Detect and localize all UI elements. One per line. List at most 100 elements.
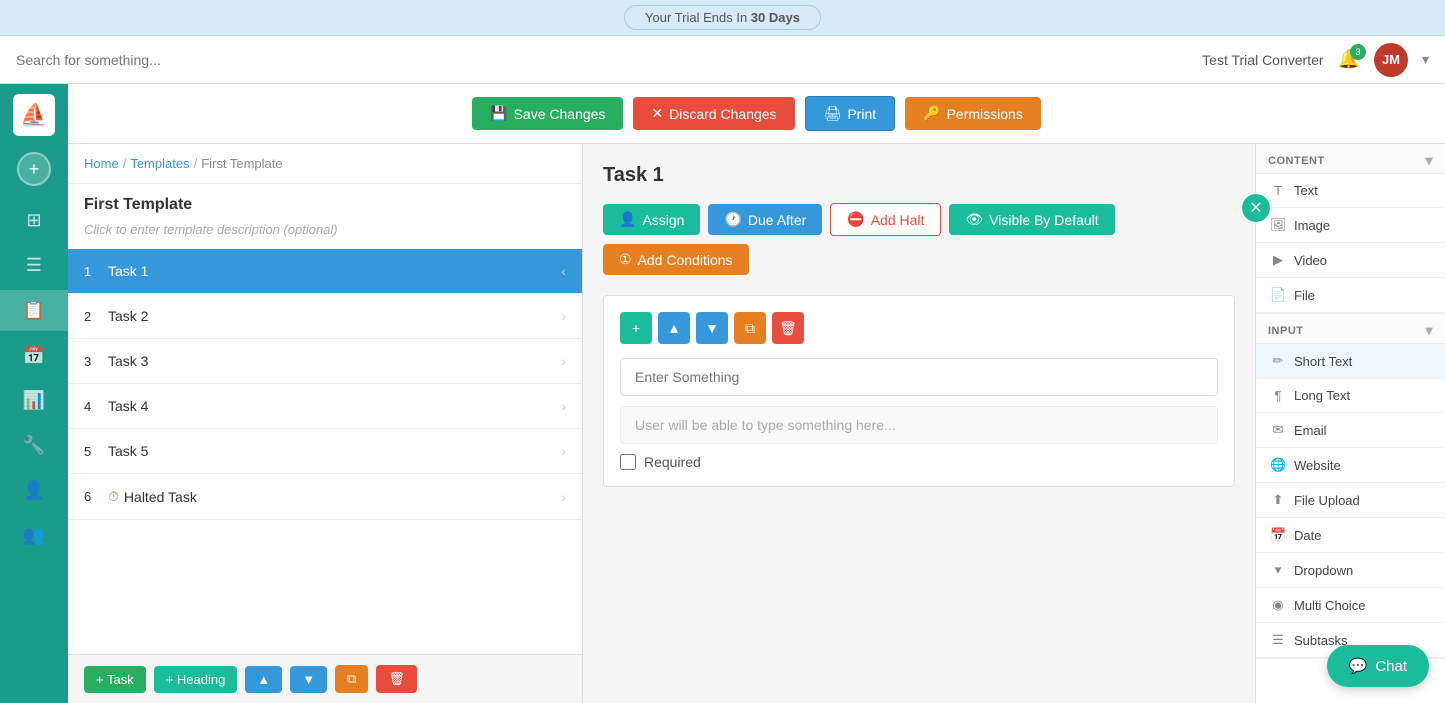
input-item-dropdown[interactable]: ▾ Dropdown: [1256, 553, 1445, 588]
subtasks-icon: ☰: [1270, 632, 1286, 648]
task-actions: 👤 Assign 🕐 Due After ⛔ Add Halt 👁: [603, 203, 1235, 275]
delete-button[interactable]: 🗑: [376, 665, 417, 693]
content-section: CONTENT ▾ T Text 🖼 Image: [1256, 144, 1445, 314]
content-items: T Text 🖼 Image ▶ Video: [1256, 174, 1445, 313]
sidebar-item-profile[interactable]: 👤: [0, 470, 68, 511]
due-after-button[interactable]: 🕐 Due After: [708, 204, 822, 235]
task-num: 2: [84, 309, 108, 324]
assign-button[interactable]: 👤 Assign: [603, 204, 700, 235]
card-copy-button[interactable]: ⧉: [734, 312, 766, 344]
notification-badge: 3: [1350, 44, 1366, 60]
visible-by-default-button[interactable]: 👁 Visible By Default: [949, 204, 1114, 235]
input-item-label: Website: [1294, 458, 1341, 473]
save-changes-button[interactable]: 💾 Save Changes: [472, 97, 623, 130]
task-chevron-icon: ›: [561, 308, 566, 324]
content-item-text[interactable]: T Text: [1256, 174, 1445, 208]
task-item[interactable]: 4 Task 4 ›: [68, 384, 582, 429]
permissions-icon: 🔑: [923, 105, 940, 122]
content-item-video[interactable]: ▶ Video: [1256, 243, 1445, 278]
content-toggle-icon[interactable]: ▾: [1425, 152, 1433, 169]
center-panel: Task 1 👤 Assign 🕐 Due After ⛔ Add Halt: [583, 144, 1255, 703]
input-items: ✏ Short Text ¶ Long Text ✉ Email: [1256, 344, 1445, 658]
add-button[interactable]: +: [17, 152, 51, 186]
input-section: INPUT ▾ ✏ Short Text ¶ Long Text: [1256, 314, 1445, 659]
toolbar: 💾 Save Changes ✕ Discard Changes 🖨 Print…: [68, 84, 1445, 144]
template-description[interactable]: Click to enter template description (opt…: [68, 218, 582, 249]
content-section-header[interactable]: CONTENT ▾: [1256, 144, 1445, 174]
breadcrumb-templates[interactable]: Templates: [130, 156, 189, 171]
move-down-button[interactable]: ▼: [290, 666, 327, 693]
logo: ⛵: [13, 94, 55, 136]
task-num: 1: [84, 264, 108, 279]
trial-banner: Your Trial Ends In 30 Days: [0, 0, 1445, 36]
card-delete-button[interactable]: 🗑: [772, 312, 804, 344]
task-item[interactable]: 6 ⏱ Halted Task ›: [68, 474, 582, 520]
permissions-button[interactable]: 🔑 Permissions: [905, 97, 1041, 130]
chat-icon: 💬: [1349, 657, 1368, 675]
task-title: Task 1: [603, 164, 1235, 187]
task-name: Task 3: [108, 353, 561, 369]
input-toggle-icon[interactable]: ▾: [1425, 322, 1433, 339]
add-halt-button[interactable]: ⛔ Add Halt: [830, 203, 941, 236]
card-move-down-button[interactable]: ▼: [696, 312, 728, 344]
task-item[interactable]: 3 Task 3 ›: [68, 339, 582, 384]
task-name: Task 5: [108, 443, 561, 459]
save-icon: 💾: [490, 105, 507, 122]
card-move-up-button[interactable]: ▲: [658, 312, 690, 344]
copy-button[interactable]: ⧉: [335, 665, 368, 693]
content-item-label: Video: [1294, 253, 1327, 268]
task-item[interactable]: 5 Task 5 ›: [68, 429, 582, 474]
input-item-long-text[interactable]: ¶ Long Text: [1256, 379, 1445, 413]
task-chevron-icon: ›: [561, 398, 566, 414]
sidebar-item-team[interactable]: 👥: [0, 515, 68, 556]
task-num: 4: [84, 399, 108, 414]
avatar[interactable]: JM: [1374, 43, 1408, 77]
input-item-email[interactable]: ✉ Email: [1256, 413, 1445, 448]
sidebar-item-settings[interactable]: 🔧: [0, 425, 68, 466]
close-panel-button[interactable]: ✕: [1242, 194, 1270, 222]
chat-button[interactable]: 💬 Chat: [1327, 645, 1429, 687]
input-item-label: Multi Choice: [1294, 598, 1366, 613]
input-item-file-upload[interactable]: ⬆ File Upload: [1256, 483, 1445, 518]
content-item-label: Text: [1294, 183, 1318, 198]
dropdown-icon: ▾: [1270, 562, 1286, 578]
card-add-button[interactable]: +: [620, 312, 652, 344]
task-chevron-icon: ›: [561, 489, 566, 505]
sidebar-item-templates[interactable]: 📋: [0, 290, 68, 331]
input-section-header[interactable]: INPUT ▾: [1256, 314, 1445, 344]
task-item[interactable]: 2 Task 2 ›: [68, 294, 582, 339]
input-item-website[interactable]: 🌐 Website: [1256, 448, 1445, 483]
task-num: 6: [84, 489, 108, 504]
content-item-file[interactable]: 📄 File: [1256, 278, 1445, 313]
sidebar-item-home[interactable]: ⊞: [0, 200, 68, 241]
sidebar-item-tasks[interactable]: ☰: [0, 245, 68, 286]
task-name: Halted Task: [124, 489, 561, 505]
task-item[interactable]: 1 Task 1 ‹: [68, 249, 582, 294]
sidebar-item-calendar[interactable]: 📅: [0, 335, 68, 376]
required-label: Required: [644, 454, 701, 470]
breadcrumb-home[interactable]: Home: [84, 156, 119, 171]
sidebar-item-reports[interactable]: 📊: [0, 380, 68, 421]
input-item-label: Dropdown: [1294, 563, 1353, 578]
search-input[interactable]: [16, 52, 1202, 68]
input-item-multi-choice[interactable]: ◉ Multi Choice: [1256, 588, 1445, 623]
move-up-button[interactable]: ▲: [245, 666, 282, 693]
conditions-icon: ①: [619, 251, 632, 268]
content-item-image[interactable]: 🖼 Image: [1256, 208, 1445, 243]
input-item-date[interactable]: 📅 Date: [1256, 518, 1445, 553]
add-conditions-button[interactable]: ① Add Conditions: [603, 244, 749, 275]
discard-changes-button[interactable]: ✕ Discard Changes: [633, 97, 794, 130]
avatar-dropdown-icon[interactable]: ▾: [1422, 51, 1429, 68]
top-bar: Test Trial Converter 🔔 3 JM ▾: [0, 36, 1445, 84]
task-name: Task 4: [108, 398, 561, 414]
required-checkbox[interactable]: [620, 454, 636, 470]
notification-bell[interactable]: 🔔 3: [1338, 49, 1360, 70]
date-icon: 📅: [1270, 527, 1286, 543]
content-label-input[interactable]: [620, 358, 1218, 396]
add-task-button[interactable]: + Task: [84, 666, 146, 693]
input-item-short-text[interactable]: ✏ Short Text: [1256, 344, 1445, 379]
clock-icon: 🕐: [724, 211, 741, 228]
discard-icon: ✕: [651, 105, 663, 122]
print-button[interactable]: 🖨 Print: [805, 96, 896, 131]
add-heading-button[interactable]: + Heading: [154, 666, 238, 693]
